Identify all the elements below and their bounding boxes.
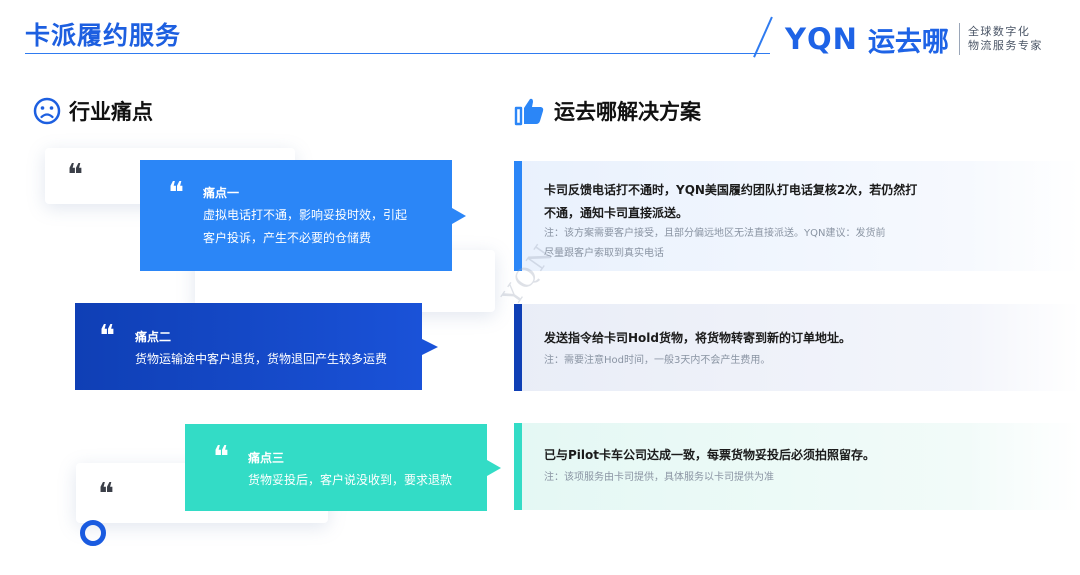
- pain-point-desc: 虚拟电话打不通，影响妥投时效，引起: [203, 208, 408, 222]
- logo-wordmark-cn: 运去哪: [867, 26, 949, 58]
- pain-points-heading-text: 行业痛点: [69, 100, 153, 124]
- solution-note: 注：该方案需要客户接受，且部分偏远地区无法直接派送。YQN建议：发货前: [544, 228, 886, 239]
- pain-points-heading: 行业痛点: [33, 96, 153, 126]
- pain-point-title: 痛点一: [203, 186, 240, 200]
- quote-mark-icon: ❝: [168, 176, 184, 211]
- quote-mark-icon: ❝: [67, 158, 83, 193]
- logo-tagline-line2: 物流服务专家: [967, 39, 1043, 52]
- pain-point-desc: 客户投诉，产生不必要的仓储费: [203, 231, 372, 245]
- decorative-ring-icon: [80, 520, 106, 546]
- logo-tagline-line1: 全球数字化: [967, 25, 1031, 38]
- solution-card-1: 卡司反馈电话打不通时，YQN美国履约团队打电话复核2次，若仍然打 不通，通知卡司…: [514, 161, 1080, 271]
- solution-text: 已与Pilot卡车公司达成一致，每票货物妥投后必须拍照留存。: [544, 448, 876, 462]
- solution-note: 注：该项服务由卡司提供，具体服务以卡司提供为准: [544, 472, 774, 483]
- card-pointer: [422, 339, 438, 355]
- logo-wordmark-en: YQN: [785, 22, 858, 56]
- sad-face-icon: [33, 97, 61, 125]
- pain-point-card-3: ❝ 痛点三 货物妥投后，客户说没收到，要求退款: [185, 424, 501, 511]
- solution-accent-bar: [514, 423, 522, 510]
- solution-text: 不通，通知卡司直接派送。: [544, 206, 689, 220]
- company-logo: YQN 运去哪 全球数字化 物流服务专家: [785, 20, 1043, 58]
- pain-point-card-2: ❝ 痛点二 货物运输途中客户退货，货物退回产生较多运费: [75, 303, 438, 390]
- pain-point-title: 痛点二: [135, 330, 172, 344]
- quote-mark-icon: ❝: [213, 440, 229, 475]
- pain-point-title: 痛点三: [248, 451, 285, 465]
- solution-card-2: 发送指令给卡司Hold货物，将货物转寄到新的订单地址。 注：需要注意Hod时间，…: [514, 304, 1080, 391]
- logo-tagline: 全球数字化 物流服务专家: [968, 25, 1043, 53]
- solution-card-3: 已与Pilot卡车公司达成一致，每票货物妥投后必须拍照留存。 注：该项服务由卡司…: [514, 423, 1080, 510]
- solutions-heading: 运去哪解决方案: [514, 96, 701, 126]
- watermark: YQN: [497, 238, 561, 312]
- pain-point-desc: 货物运输途中客户退货，货物退回产生较多运费: [135, 352, 388, 366]
- quote-mark-icon: ❝: [99, 319, 115, 354]
- solution-accent-bar: [514, 304, 522, 391]
- header-slash-accent: [753, 16, 773, 58]
- solution-accent-bar: [514, 161, 522, 271]
- pain-point-card-1: ❝ 痛点一 虚拟电话打不通，影响妥投时效，引起 客户投诉，产生不必要的仓储费: [140, 160, 466, 271]
- card-pointer: [452, 208, 466, 224]
- thumbs-up-icon: [514, 98, 544, 126]
- solutions-heading-text: 运去哪解决方案: [554, 100, 701, 124]
- page-title: 卡派履约服务: [25, 21, 182, 50]
- solution-text: 卡司反馈电话打不通时，YQN美国履约团队打电话复核2次，若仍然打: [544, 183, 918, 197]
- quote-mark-icon: ❝: [98, 477, 114, 512]
- logo-divider: [958, 23, 960, 55]
- card-pointer: [487, 460, 501, 476]
- solution-note: 尽量跟客户索取到真实电话: [544, 248, 664, 259]
- header-divider-line: [25, 53, 770, 54]
- solution-text: 发送指令给卡司Hold货物，将货物转寄到新的订单地址。: [544, 331, 851, 345]
- solution-note: 注：需要注意Hod时间，一般3天内不会产生费用。: [544, 355, 771, 366]
- pain-point-desc: 货物妥投后，客户说没收到，要求退款: [248, 473, 453, 487]
